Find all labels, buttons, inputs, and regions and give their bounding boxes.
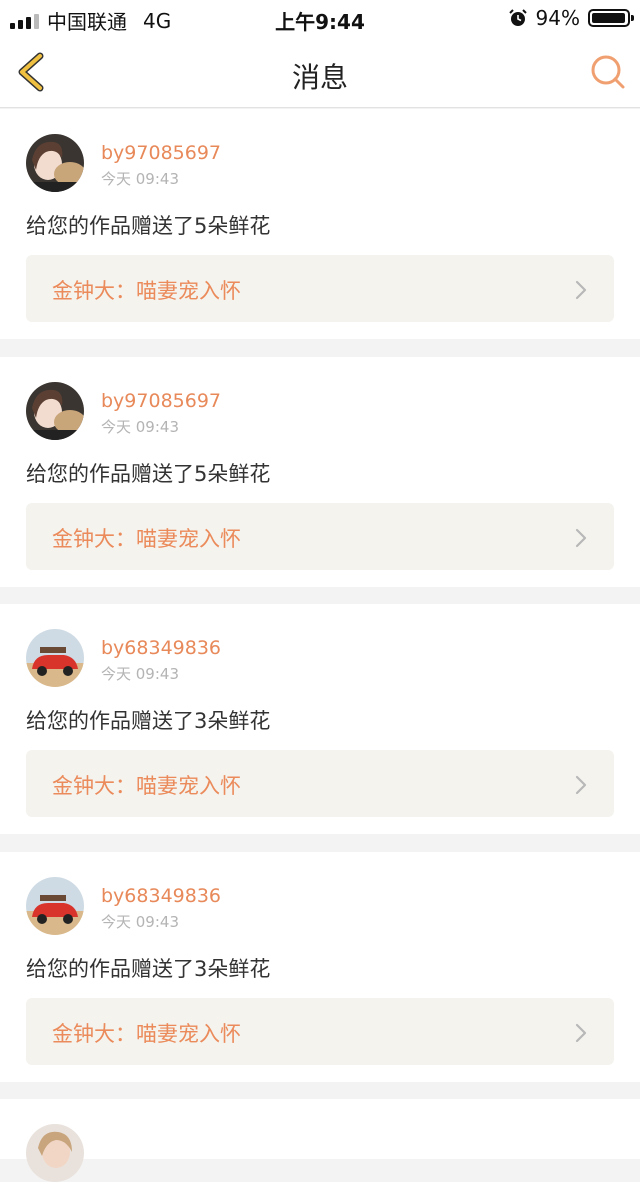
- avatar[interactable]: [26, 877, 84, 935]
- message-text: 给您的作品赠送了5朵鲜花: [26, 462, 271, 486]
- avatar[interactable]: [26, 382, 84, 440]
- chevron-right-icon: [575, 280, 587, 300]
- work-link[interactable]: 金钟大：喵妻宠入怀: [26, 998, 614, 1065]
- message-time: 今天 09:43: [101, 665, 179, 683]
- avatar[interactable]: [26, 1124, 84, 1182]
- battery-percent: 94%: [535, 6, 580, 30]
- chevron-right-icon: [575, 775, 587, 795]
- sender-username[interactable]: by97085697: [101, 390, 221, 412]
- work-title: 金钟大：喵妻宠入怀: [52, 774, 241, 798]
- work-link[interactable]: 金钟大：喵妻宠入怀: [26, 255, 614, 322]
- work-link[interactable]: 金钟大：喵妻宠入怀: [26, 750, 614, 817]
- avatar[interactable]: [26, 134, 84, 192]
- message-time: 今天 09:43: [101, 913, 179, 931]
- page-title: 消息: [291, 61, 348, 94]
- work-title: 金钟大：喵妻宠入怀: [52, 1022, 241, 1046]
- chevron-right-icon: [575, 528, 587, 548]
- work-link[interactable]: 金钟大：喵妻宠入怀: [26, 503, 614, 570]
- work-title: 金钟大：喵妻宠入怀: [52, 279, 241, 303]
- sender-username[interactable]: by97085697: [101, 142, 221, 164]
- sender-username[interactable]: by68349836: [101, 637, 221, 659]
- message-card: by68349836 今天 09:43 给您的作品赠送了3朵鲜花 金钟大：喵妻宠…: [0, 604, 640, 834]
- message-text: 给您的作品赠送了3朵鲜花: [26, 709, 271, 733]
- alarm-icon: [508, 9, 527, 26]
- status-right: 94%: [508, 6, 634, 30]
- work-title: 金钟大：喵妻宠入怀: [52, 527, 241, 551]
- nav-bar: 消息: [0, 36, 640, 108]
- chevron-right-icon: [575, 1023, 587, 1043]
- search-icon[interactable]: [590, 54, 626, 90]
- sender-username[interactable]: by68349836: [101, 885, 221, 907]
- message-time: 今天 09:43: [101, 170, 179, 188]
- message-card: by97085697 今天 09:43 给您的作品赠送了5朵鲜花 金钟大：喵妻宠…: [0, 109, 640, 339]
- message-card: by68349836 今天 09:43 给您的作品赠送了3朵鲜花 金钟大：喵妻宠…: [0, 852, 640, 1082]
- message-time: 今天 09:43: [101, 418, 179, 436]
- message-card: by97085697 今天 09:43 给您的作品赠送了5朵鲜花 金钟大：喵妻宠…: [0, 357, 640, 587]
- avatar[interactable]: [26, 629, 84, 687]
- status-bar: 中国联通 4G 上午9:44 94%: [0, 0, 640, 36]
- battery-icon: [588, 9, 634, 27]
- message-card-partial: [0, 1099, 640, 1182]
- message-text: 给您的作品赠送了3朵鲜花: [26, 957, 271, 981]
- message-text: 给您的作品赠送了5朵鲜花: [26, 214, 271, 238]
